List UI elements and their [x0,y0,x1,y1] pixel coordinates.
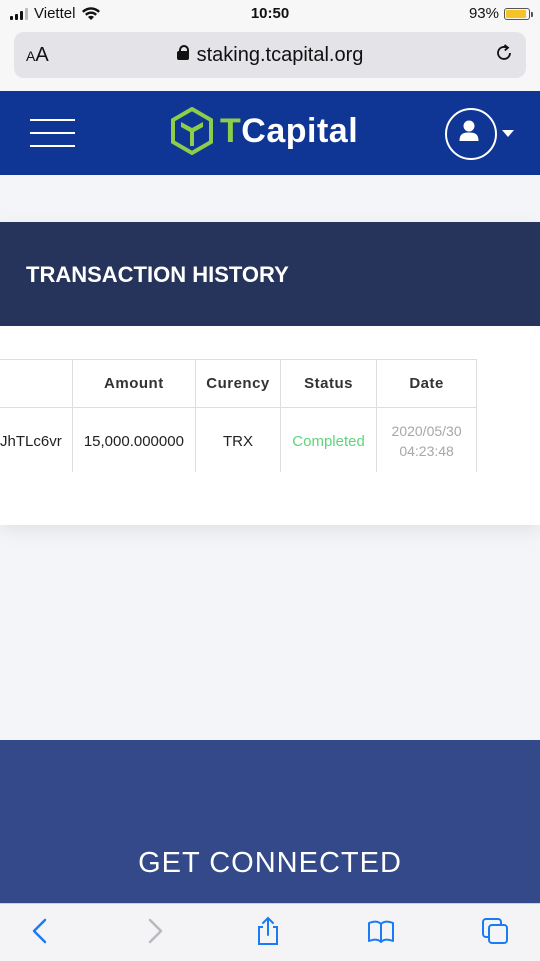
transaction-history-card: TRANSACTION HISTORY Amount Curency Statu… [0,222,540,525]
column-header-status: Status [279,359,378,408]
logo-text: TCapital [220,111,359,150]
column-header-currency: Curency [195,359,281,408]
table-scroll-area[interactable]: Amount Curency Status Date JhTLc6vr 15,0… [0,359,527,472]
footer: GET CONNECTED [0,740,540,910]
table-header-row: Amount Curency Status Date [0,359,477,408]
cell-date: 2020/05/30 04:23:48 [376,407,477,472]
cell-transaction-id: JhTLc6vr [0,407,73,472]
url-text: staking.tcapital.org [196,44,364,66]
forward-icon[interactable] [139,916,169,946]
battery-percent: 93% [468,5,499,22]
browser-toolbar [0,903,540,961]
browser-address-area: AA staking.tcapital.org [0,28,540,90]
user-menu-button[interactable] [445,108,497,160]
back-icon[interactable] [26,916,56,946]
cell-amount: 15,000.000000 [71,407,197,472]
cell-status: Completed [279,407,378,472]
footer-title: GET CONNECTED [138,847,402,879]
card-header: TRANSACTION HISTORY [0,222,540,326]
logo[interactable]: TCapital [170,107,358,155]
site-header: TCapital [0,91,540,175]
transaction-table: Amount Curency Status Date JhTLc6vr 15,0… [0,359,477,472]
date-value: 2020/05/30 [391,423,462,439]
lock-icon [176,45,189,60]
clock: 10:50 [250,5,290,22]
user-icon [459,120,479,141]
card-title: TRANSACTION HISTORY [26,262,289,287]
menu-button[interactable] [30,119,75,147]
time-value: 04:23:48 [399,443,454,459]
column-header-date: Date [376,359,477,408]
tabs-icon[interactable] [480,916,510,946]
status-right: 93% [468,5,533,22]
reload-icon[interactable] [494,43,514,63]
cell-currency: TRX [195,407,281,472]
column-header-amount: Amount [71,359,197,408]
share-icon[interactable] [253,916,283,946]
url-display[interactable]: staking.tcapital.org [14,44,526,67]
battery-icon [504,7,533,20]
column-header-id [0,359,73,408]
table-row: JhTLc6vr 15,000.000000 TRX Completed 202… [0,407,477,472]
bookmarks-icon[interactable] [366,916,396,946]
chevron-down-icon[interactable] [502,130,514,137]
status-bar: Viettel 10:50 93% [0,0,540,28]
logo-cube-icon [171,107,213,155]
address-bar[interactable]: AA staking.tcapital.org [14,32,526,78]
